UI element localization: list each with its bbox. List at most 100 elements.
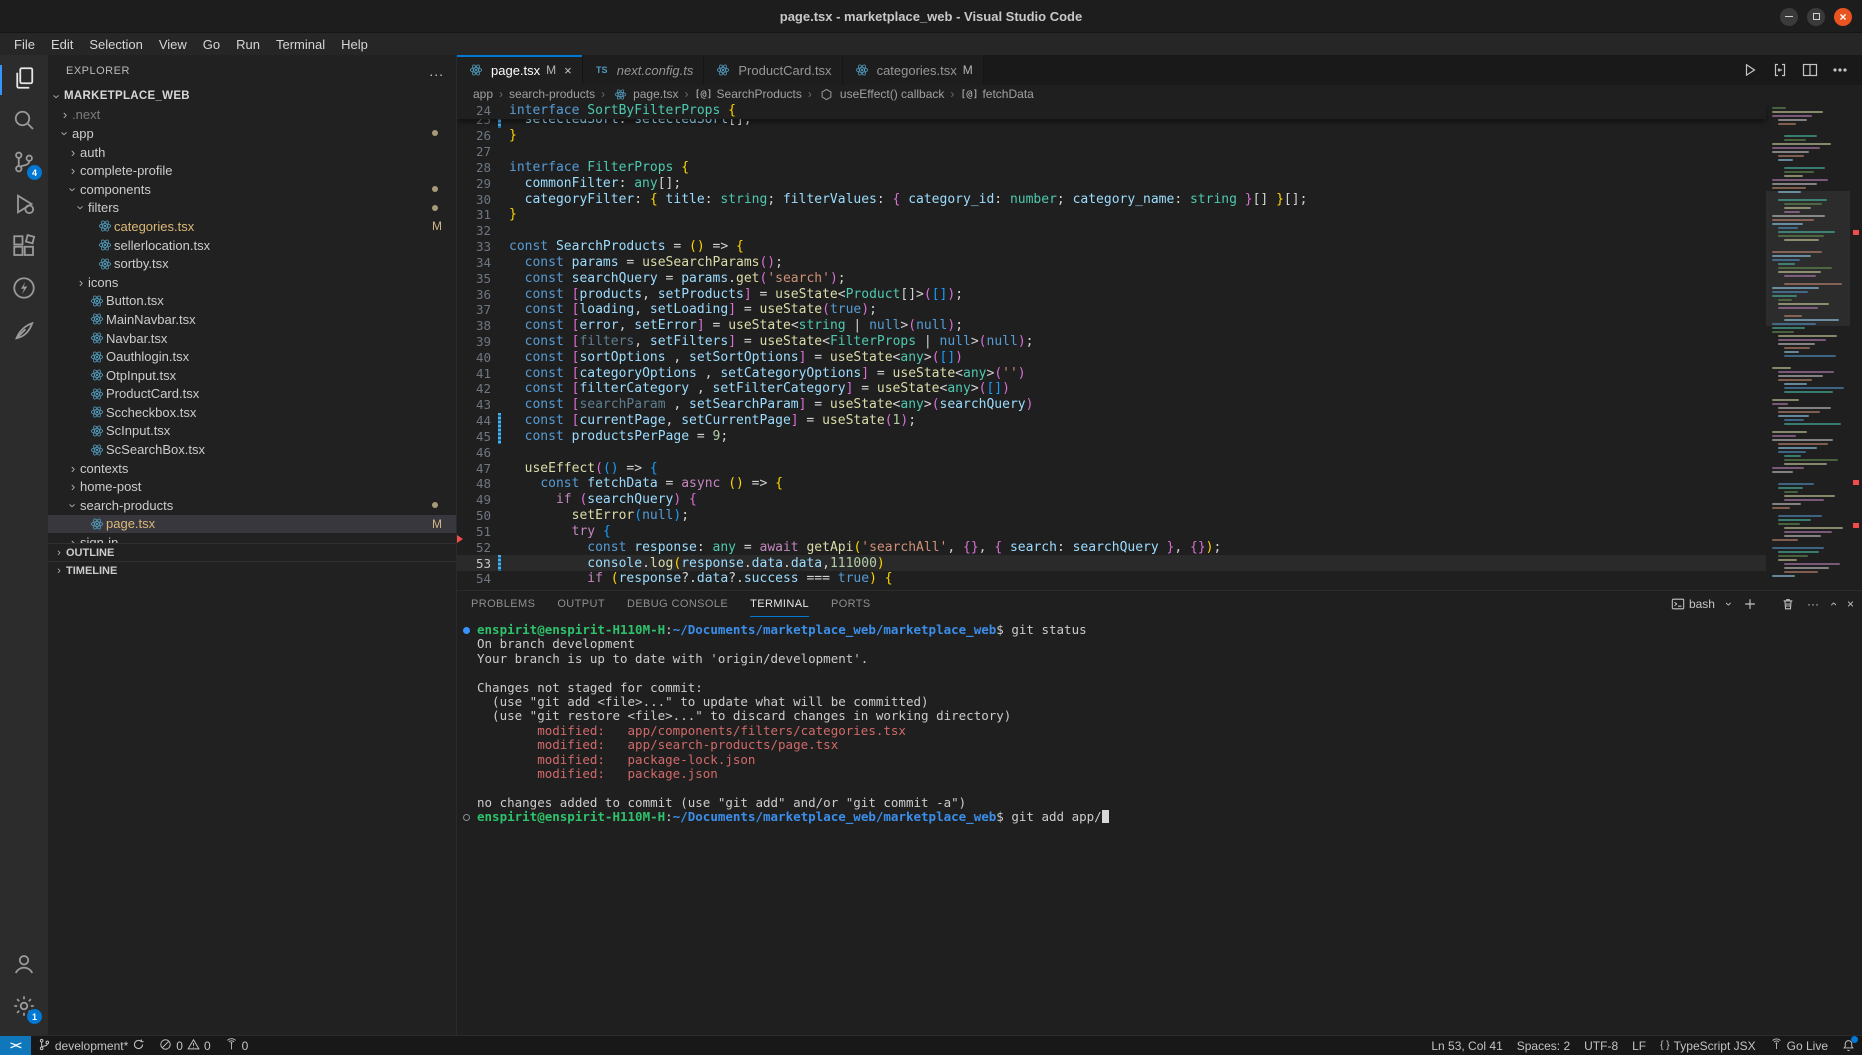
activity-source-control[interactable]: 4 (0, 143, 48, 185)
overview-ruler[interactable] (1850, 103, 1862, 590)
activity-accounts[interactable] (0, 945, 48, 987)
menu-item-help[interactable]: Help (333, 35, 376, 54)
panel-tab-problems[interactable]: PROBLEMS (471, 591, 535, 617)
code-line-50[interactable]: 50 setError(null); (457, 508, 1766, 524)
activity-settings[interactable]: 1 (0, 987, 48, 1029)
section-outline[interactable]: ›OUTLINE (48, 543, 456, 561)
close-button[interactable]: × (1834, 8, 1852, 26)
code-line-39[interactable]: 39 const [filters, setFilters] = useStat… (457, 334, 1766, 350)
breadcrumb-item-useeffect-callback[interactable]: useEffect() callback (818, 87, 945, 101)
split-editor-icon[interactable] (1802, 62, 1818, 78)
tree-item-search-products[interactable]: ›search-products (48, 496, 456, 515)
panel-tab-ports[interactable]: PORTS (831, 591, 871, 617)
tree-item-auth[interactable]: ›auth (48, 143, 456, 162)
tree-item-sortby-tsx[interactable]: sortby.tsx (48, 254, 456, 273)
code-line-28[interactable]: 28interface FilterProps { (457, 159, 1766, 175)
breadcrumb-item-fetchdata[interactable]: [@]fetchData (960, 87, 1033, 101)
tree-item-complete-profile[interactable]: ›complete-profile (48, 161, 456, 180)
status-eol[interactable]: LF (1625, 1036, 1653, 1055)
close-icon[interactable]: × (1847, 597, 1854, 611)
code-line-34[interactable]: 34 const params = useSearchParams(); (457, 254, 1766, 270)
code-line-44[interactable]: 44 const [currentPage, setCurrentPage] =… (457, 413, 1766, 429)
code-line-53[interactable]: 53 console.log(response.data.data,111000… (457, 555, 1766, 571)
code-line-37[interactable]: 37 const [loading, setLoading] = useStat… (457, 302, 1766, 318)
minimap[interactable] (1766, 103, 1850, 590)
tree-item-categories-tsx[interactable]: categories.tsxM (48, 217, 456, 236)
chevron-down-icon[interactable]: › (1727, 597, 1731, 611)
terminal-icon[interactable]: bash (1671, 597, 1715, 611)
breadcrumb-item-page-tsx[interactable]: page.tsx (611, 87, 678, 101)
close-icon[interactable]: × (564, 63, 572, 78)
activity-thunder-client[interactable] (0, 269, 48, 311)
code-line-29[interactable]: 29 commonFilter: any[]; (457, 175, 1766, 191)
tree-item-filters[interactable]: ›filters (48, 199, 456, 218)
breadcrumb-item-searchproducts[interactable]: [@]SearchProducts (694, 87, 801, 101)
tree-item-sellerlocation-tsx[interactable]: sellerlocation.tsx (48, 236, 456, 255)
status-notifications[interactable] (1835, 1036, 1862, 1055)
tree-item-productcard-tsx[interactable]: ProductCard.tsx (48, 385, 456, 404)
terminal[interactable]: enspirit@enspirit-H110M-H:~/Documents/ma… (457, 617, 1862, 1035)
sticky-scroll-line[interactable]: 24interface SortByFilterProps { (457, 103, 1766, 119)
code-line-54[interactable]: 54 if (response?.data?.success === true)… (457, 571, 1766, 587)
menu-item-view[interactable]: View (151, 35, 195, 54)
plus-icon[interactable] (1743, 597, 1757, 611)
tree-item-oauthlogin-tsx[interactable]: Oauthlogin.tsx (48, 347, 456, 366)
menu-item-selection[interactable]: Selection (81, 35, 150, 54)
chevron-up-icon[interactable]: › (1831, 597, 1835, 611)
status-cursor-position[interactable]: Ln 53, Col 41 (1424, 1036, 1509, 1055)
status-go-live[interactable]: Go Live (1763, 1036, 1835, 1055)
tree-item-contexts[interactable]: ›contexts (48, 459, 456, 478)
tree-item-components[interactable]: ›components (48, 180, 456, 199)
code-line-26[interactable]: 26} (457, 128, 1766, 144)
tree-item-otpinput-tsx[interactable]: OtpInput.tsx (48, 366, 456, 385)
activity-extensions[interactable] (0, 227, 48, 269)
trash-icon[interactable] (1781, 597, 1795, 611)
status-encoding[interactable]: UTF-8 (1577, 1036, 1625, 1055)
status-remote-indicator[interactable]: >< (0, 1036, 31, 1055)
tree-item-scsearchbox-tsx[interactable]: ScSearchBox.tsx (48, 440, 456, 459)
tree-item-sccheckbox-tsx[interactable]: Sccheckbox.tsx (48, 403, 456, 422)
tree-item-scinput-tsx[interactable]: ScInput.tsx (48, 422, 456, 441)
code-line-40[interactable]: 40 const [sortOptions , setSortOptions] … (457, 349, 1766, 365)
maximize-button[interactable] (1807, 8, 1825, 26)
code-line-52[interactable]: 52 const response: any = await getApi('s… (457, 539, 1766, 555)
tree-item-mainnavbar-tsx[interactable]: MainNavbar.tsx (48, 310, 456, 329)
code-line-36[interactable]: 36 const [products, setProducts] = useSt… (457, 286, 1766, 302)
panel-tab-terminal[interactable]: TERMINAL (750, 591, 809, 617)
code-line-46[interactable]: 46 (457, 444, 1766, 460)
code-editor[interactable]: 24interface SortByFilterProps { 25 selec… (457, 103, 1862, 590)
compare-icon[interactable] (1772, 62, 1788, 78)
status-language-mode[interactable]: { }TypeScript JSX (1653, 1036, 1763, 1055)
code-line-42[interactable]: 42 const [filterCategory , setFilterCate… (457, 381, 1766, 397)
tree-item-sign-in[interactable]: ›sign-in (48, 533, 456, 543)
breadcrumb-item-search-products[interactable]: search-products (509, 87, 595, 101)
status-branch[interactable]: development* (31, 1036, 152, 1055)
run-icon[interactable] (1742, 62, 1758, 78)
code-line-27[interactable]: 27 (457, 144, 1766, 160)
code-line-31[interactable]: 31} (457, 207, 1766, 223)
status-indentation[interactable]: Spaces: 2 (1510, 1036, 1577, 1055)
code-line-47[interactable]: 47 useEffect(() => { (457, 460, 1766, 476)
menu-item-run[interactable]: Run (228, 35, 268, 54)
more-icon[interactable] (1832, 62, 1848, 78)
explorer-more-actions[interactable]: ... (429, 63, 444, 79)
tree-item-navbar-tsx[interactable]: Navbar.tsx (48, 329, 456, 348)
tree-item-home-post[interactable]: ›home-post (48, 477, 456, 496)
status-problems[interactable]: 00 (152, 1036, 217, 1055)
code-line-33[interactable]: 33const SearchProducts = () => { (457, 239, 1766, 255)
code-line-51[interactable]: 51 try { (457, 524, 1766, 540)
activity-run-debug[interactable] (0, 185, 48, 227)
activity-explorer[interactable] (0, 59, 48, 101)
tree-item-button-tsx[interactable]: Button.tsx (48, 292, 456, 311)
code-line-32[interactable]: 32 (457, 223, 1766, 239)
panel-tab-output[interactable]: OUTPUT (557, 591, 605, 617)
tree-item-page-tsx[interactable]: page.tsxM (48, 515, 456, 534)
tab-categories-tsx[interactable]: categories.tsxM (843, 55, 984, 85)
code-line-35[interactable]: 35 const searchQuery = params.get('searc… (457, 270, 1766, 286)
tab-productcard-tsx[interactable]: ProductCard.tsx (704, 55, 842, 85)
status-ports[interactable]: 0 (218, 1036, 256, 1055)
activity-rest-client[interactable] (0, 311, 48, 353)
code-line-49[interactable]: 49 if (searchQuery) { (457, 492, 1766, 508)
minimize-button[interactable] (1780, 8, 1798, 26)
more-icon[interactable]: ··· (1807, 597, 1819, 611)
